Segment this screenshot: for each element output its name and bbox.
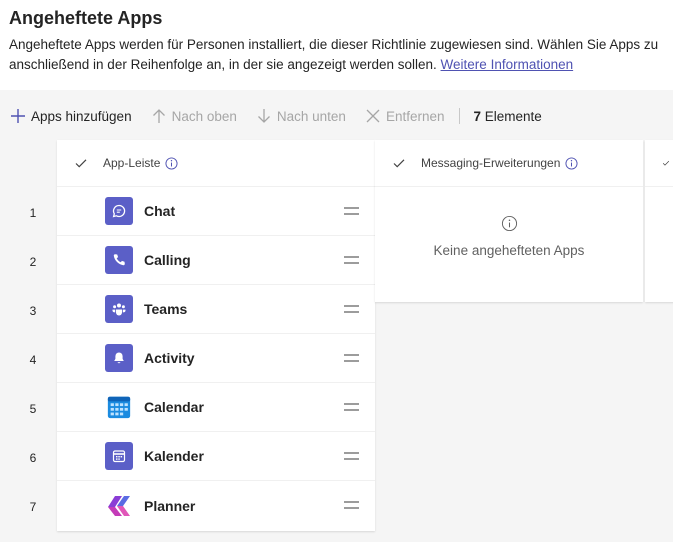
calendar-icon (105, 442, 133, 470)
drag-handle-icon[interactable] (344, 352, 359, 364)
move-up-label: Nach oben (171, 108, 237, 124)
app-bar-list: App-Leiste Chat Calling Teams Activity C… (57, 140, 375, 531)
info-icon[interactable] (165, 156, 178, 170)
app-name: Teams (144, 301, 188, 317)
move-down-button[interactable]: Nach unten (255, 107, 346, 125)
drag-handle-icon[interactable] (344, 401, 359, 413)
app-name: Calendar (144, 399, 204, 415)
row-number: 6 (29, 451, 37, 465)
app-name: Kalender (144, 448, 204, 464)
phone-icon (105, 246, 133, 274)
remove-label: Entfernen (385, 108, 445, 124)
learn-more-link[interactable]: Weitere Informationen (441, 57, 574, 72)
app-name: Calling (144, 252, 191, 268)
remove-button[interactable]: Entfernen (364, 107, 445, 125)
drag-handle-icon[interactable] (344, 303, 359, 315)
item-count-label: Elemente (484, 108, 542, 124)
app-row-teams[interactable]: Teams (57, 285, 375, 334)
move-up-button[interactable]: Nach oben (150, 107, 237, 125)
third-column-list (645, 140, 673, 302)
messaging-header[interactable]: Messaging-Erweiterungen (375, 140, 643, 187)
description-line-2: anschließend in der Reihenfolge an, in d… (9, 55, 673, 75)
app-row-planner[interactable]: Planner (57, 481, 375, 530)
calendar-grid-icon (105, 393, 133, 421)
messaging-extensions-list: Messaging-Erweiterungen Keine angeheftet… (375, 140, 643, 302)
drag-handle-icon[interactable] (344, 254, 359, 266)
toolbar: Apps hinzufügen Nach oben Nach unten Ent… (9, 92, 673, 140)
description-line-1: Angeheftete Apps werden für Personen ins… (9, 37, 659, 52)
checkmark-icon (393, 159, 405, 168)
planner-icon (105, 491, 133, 520)
close-icon (366, 109, 380, 123)
page-title: Angeheftete Apps (9, 8, 163, 28)
arrow-up-icon (152, 109, 165, 123)
description-line-2-text: anschließend in der Reihenfolge an, in d… (9, 56, 437, 72)
info-icon (501, 215, 517, 232)
app-bar-header[interactable]: App-Leiste (57, 140, 375, 187)
row-number: 5 (29, 402, 37, 416)
app-name: Chat (144, 203, 176, 219)
checkmark-icon (662, 160, 670, 166)
checkmark-icon (75, 159, 87, 168)
row-number: 7 (29, 500, 37, 514)
chat-icon (105, 197, 133, 225)
add-apps-button[interactable]: Apps hinzufügen (9, 107, 132, 125)
app-row-kalender[interactable]: Kalender (57, 432, 375, 481)
plus-icon (11, 109, 25, 123)
messaging-header-label: Messaging-Erweiterungen (421, 156, 561, 170)
row-number: 1 (29, 206, 37, 220)
row-number: 3 (29, 304, 37, 318)
empty-state: Keine angehefteten Apps (375, 187, 643, 258)
teams-icon (105, 295, 133, 323)
row-number: 4 (29, 353, 37, 367)
drag-handle-icon[interactable] (344, 499, 359, 511)
app-row-chat[interactable]: Chat (57, 187, 375, 236)
info-icon[interactable] (565, 156, 578, 170)
bell-icon (105, 344, 133, 372)
app-row-activity[interactable]: Activity (57, 334, 375, 383)
row-number: 2 (29, 255, 37, 269)
app-name: Activity (144, 350, 195, 366)
drag-handle-icon[interactable] (344, 205, 359, 217)
empty-state-message: Keine angehefteten Apps (433, 243, 585, 258)
app-name: Planner (144, 497, 196, 514)
add-apps-label: Apps hinzufügen (31, 108, 132, 124)
arrow-down-icon (257, 109, 270, 123)
page-description: Angeheftete Apps werden für Personen ins… (9, 35, 673, 74)
drag-handle-icon[interactable] (344, 450, 359, 462)
item-count-number: 7 (473, 108, 482, 124)
move-down-label: Nach unten (276, 108, 346, 124)
app-row-calendar[interactable]: Calendar (57, 383, 375, 432)
toolbar-divider (458, 108, 460, 124)
third-column-header[interactable] (645, 140, 673, 187)
app-row-calling[interactable]: Calling (57, 236, 375, 285)
item-count: 7 Elemente (474, 109, 542, 124)
app-bar-header-label: App-Leiste (103, 156, 161, 170)
